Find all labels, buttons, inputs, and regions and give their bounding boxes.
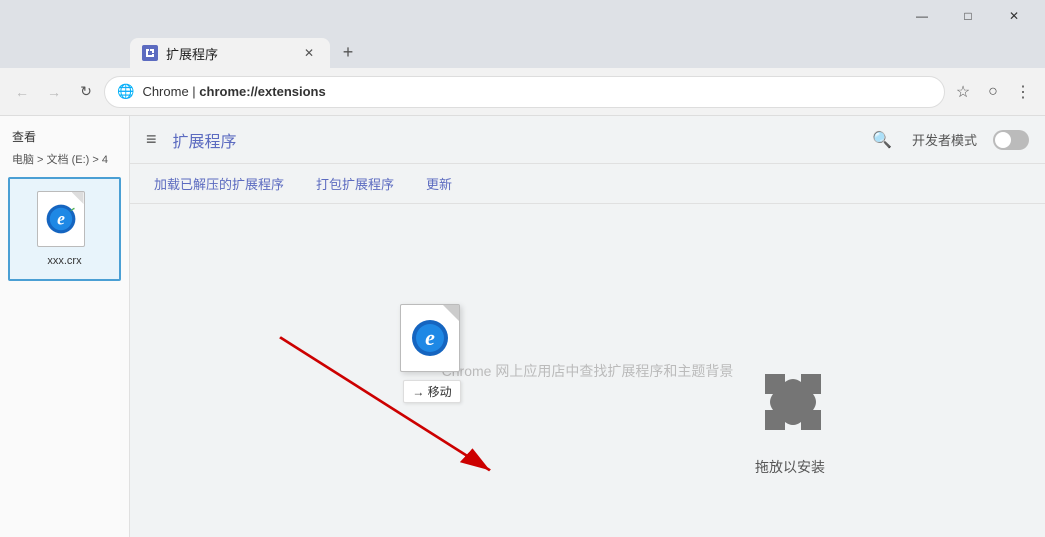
window-controls: — □ ✕ <box>899 0 1037 32</box>
drop-target: 拖放以安装 <box>755 364 825 477</box>
ie-logo-large: e <box>410 318 450 358</box>
reload-button[interactable]: ↻ <box>72 78 100 106</box>
main-content: 查看 电脑 > 文档 (E:) > 4 e xxx.crx <box>0 116 1045 537</box>
puzzle-svg <box>755 364 825 434</box>
dev-mode-label: 开发者模式 <box>912 130 977 149</box>
file-corner-large <box>443 305 459 321</box>
secure-icon: 🌐 <box>117 83 134 100</box>
extensions-header: ≡ 扩展程序 🔍 开发者模式 <box>130 116 1045 164</box>
empty-hint-text: Chrome 网上应用店中查找扩展程序和主题背景 <box>442 361 734 381</box>
puzzle-icon <box>755 364 825 449</box>
subnav-load-unpacked[interactable]: 加载已解压的扩展程序 <box>154 170 284 197</box>
move-label: → 移动 <box>403 380 460 403</box>
maximize-button[interactable]: □ <box>945 0 991 32</box>
drag-scene: e → 移动 拖放以安装 <box>130 204 1045 537</box>
back-button[interactable]: ← <box>8 78 36 106</box>
subnav-update[interactable]: 更新 <box>426 170 452 197</box>
extensions-title: 扩展程序 <box>173 128 237 152</box>
title-bar: — □ ✕ <box>0 0 1045 32</box>
left-sidebar: 查看 电脑 > 文档 (E:) > 4 e xxx.crx <box>0 116 130 537</box>
account-button[interactable]: ○ <box>979 78 1007 106</box>
forward-button[interactable]: → <box>40 78 68 106</box>
ie-logo-small: e <box>45 203 77 235</box>
toggle-knob <box>995 132 1011 148</box>
drop-label: 拖放以安装 <box>755 457 825 477</box>
crx-file-item[interactable]: e xxx.crx <box>8 177 121 281</box>
bookmark-button[interactable]: ☆ <box>949 78 977 106</box>
floating-file: e → 移动 <box>400 304 464 403</box>
dev-mode-toggle[interactable] <box>993 130 1029 150</box>
drag-arrow <box>130 204 1045 537</box>
address-bar: ← → ↻ 🌐 Chrome | chrome://extensions ☆ ○… <box>0 68 1045 116</box>
svg-text:e: e <box>425 325 435 350</box>
crx-file-icon: e <box>37 191 93 251</box>
subnav-pack[interactable]: 打包扩展程序 <box>316 170 394 197</box>
hamburger-icon: ≡ <box>146 129 157 150</box>
address-actions: ☆ ○ ⋮ <box>949 78 1037 106</box>
file-page: e <box>37 191 85 247</box>
search-button[interactable]: 🔍 <box>868 126 896 154</box>
floating-file-icon: e <box>400 304 464 376</box>
tab-close-button[interactable]: ✕ <box>300 44 318 62</box>
tab-title: 扩展程序 <box>166 44 292 63</box>
tab-bar: 扩展程序 ✕ + <box>0 32 1045 68</box>
close-button[interactable]: ✕ <box>991 0 1037 32</box>
chrome-extensions-page: ≡ 扩展程序 🔍 开发者模式 加载已解压的扩展程序 打包扩展程序 更新 Chro… <box>130 116 1045 537</box>
tab-icon <box>142 45 158 61</box>
menu-button[interactable]: ⋮ <box>1009 78 1037 106</box>
svg-text:e: e <box>57 209 65 229</box>
url-box[interactable]: 🌐 Chrome | chrome://extensions <box>104 76 945 108</box>
crx-file-label: xxx.crx <box>47 255 81 267</box>
sidebar-view-label: 查看 <box>0 124 129 149</box>
url-text: Chrome | chrome://extensions <box>142 84 932 99</box>
extensions-body: Chrome 网上应用店中查找扩展程序和主题背景 <box>130 204 1045 537</box>
minimize-button[interactable]: — <box>899 0 945 32</box>
extensions-subnav: 加载已解压的扩展程序 打包扩展程序 更新 <box>130 164 1045 204</box>
sidebar-breadcrumb: 电脑 > 文档 (E:) > 4 <box>0 149 129 169</box>
active-tab[interactable]: 扩展程序 ✕ <box>130 38 330 68</box>
file-page-large: e <box>400 304 460 372</box>
search-icon: 🔍 <box>872 130 892 150</box>
new-tab-button[interactable]: + <box>334 38 362 66</box>
menu-icon-button[interactable]: ≡ <box>146 129 157 150</box>
